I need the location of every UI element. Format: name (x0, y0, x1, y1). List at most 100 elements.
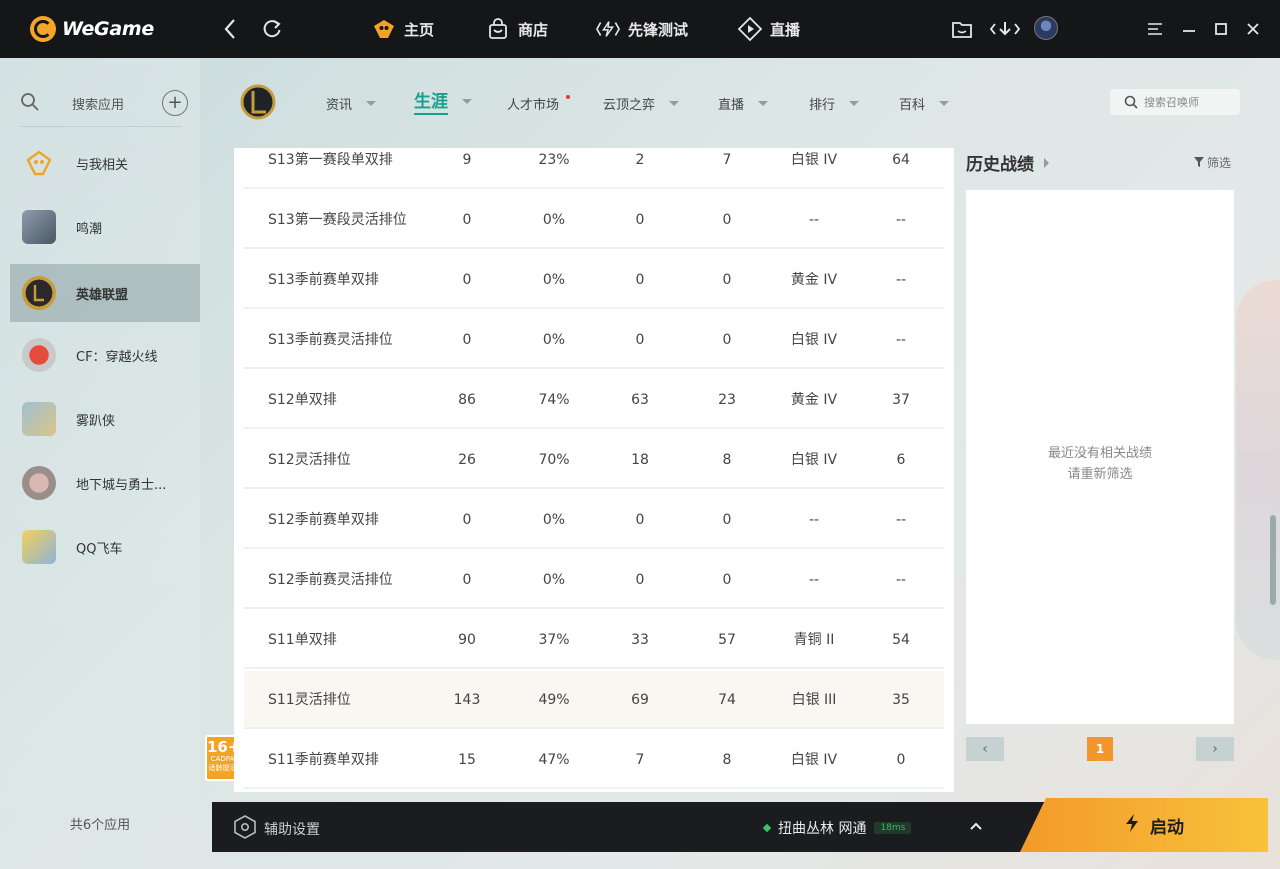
games-count: 0 (462, 212, 472, 228)
table-row[interactable]: S13季前赛单双排 0 0% 0 0 黄金 IV -- (244, 251, 944, 309)
refresh-icon[interactable] (260, 16, 284, 42)
current-page[interactable]: 1 (1087, 737, 1113, 761)
filter-label: 筛选 (1207, 156, 1232, 170)
menu-icon[interactable] (1144, 18, 1166, 40)
topnav-live[interactable]: 直播 (738, 14, 800, 44)
win-rate: 0% (542, 272, 566, 288)
launch-button[interactable]: 启动 (1020, 798, 1268, 852)
notification-dot (566, 95, 571, 99)
assist-settings-button[interactable]: 辅助设置 (234, 815, 320, 843)
topnav-store[interactable]: 商店 (486, 14, 548, 44)
table-row[interactable]: S12季前赛灵活排位 0 0% 0 0 -- -- (244, 551, 944, 609)
user-avatar[interactable] (1034, 16, 1058, 40)
summoner-search-input[interactable]: 搜索召唤师 (1110, 89, 1240, 115)
sidebar-item-label: QQ飞车 (76, 541, 123, 557)
points: -- (895, 512, 907, 528)
empty-history-line2: 请重新筛选 (1067, 467, 1133, 482)
queue-name: S13第一赛段灵活排位 (268, 212, 407, 228)
topnav-home[interactable]: 主页 (372, 14, 434, 44)
tab-wiki[interactable]: 百科 (899, 92, 950, 114)
win-rate: 74% (538, 392, 570, 408)
app-name: WeGame (62, 18, 154, 40)
live-icon (738, 17, 762, 41)
tab-career-label: 生涯 (414, 87, 448, 115)
points: 54 (892, 632, 910, 648)
tab-talent-market[interactable]: 人才市场 (507, 92, 571, 114)
app-sidebar: 搜索应用 + 与我相关 鸣潮 英雄联盟 CF：穿越火线 雾趴侠 地下城与勇士..… (0, 58, 200, 869)
download-icon[interactable] (990, 17, 1020, 41)
sidebar-item-crossfire[interactable]: CF：穿越火线 (10, 326, 200, 384)
table-row[interactable]: S12单双排 86 74% 63 23 黄金 IV 37 (244, 371, 944, 429)
sidebar-item-label: 英雄联盟 (76, 287, 129, 303)
sidebar-item-dnf[interactable]: 地下城与勇士... (10, 454, 200, 512)
server-ping: 18ms (874, 822, 912, 834)
win-rate: 0% (542, 212, 566, 228)
app-count: 共6个应用 (69, 818, 131, 833)
losses: 7 (722, 152, 732, 168)
table-row[interactable]: S13第一赛段灵活排位 0 0% 0 0 -- -- (244, 191, 944, 249)
sidebar-item-label: 鸣潮 (76, 221, 103, 237)
win-rate: 0% (542, 572, 566, 588)
chevron-up-icon[interactable] (968, 818, 986, 836)
next-page-button[interactable]: › (1196, 737, 1234, 761)
server-name: 扭曲丛林 网通 (778, 821, 867, 837)
wegame-logo-icon (30, 16, 56, 42)
table-row[interactable]: S11季前赛单双排 15 47% 7 8 白银 IV 0 (244, 731, 944, 789)
rank-tier: 白银 IV (790, 452, 838, 468)
tab-live[interactable]: 直播 (718, 92, 769, 114)
sidebar-item-wuthering-waves[interactable]: 鸣潮 (10, 198, 200, 256)
tab-ranking[interactable]: 排行 (809, 92, 860, 114)
maximize-icon[interactable] (1210, 18, 1232, 40)
table-row[interactable]: S11灵活排位 143 49% 69 74 白银 III 35 (244, 671, 944, 729)
topnav-test[interactable]: 先锋测试 (596, 14, 688, 44)
history-title[interactable]: 历史战绩 (966, 150, 1049, 175)
win-rate: 0% (542, 512, 566, 528)
tab-ranking-label: 排行 (809, 97, 836, 113)
minimize-icon[interactable] (1178, 18, 1200, 40)
tab-career[interactable]: 生涯 (414, 87, 472, 115)
losses: 8 (722, 452, 732, 468)
win-rate: 49% (538, 692, 570, 708)
league-logo-icon[interactable] (240, 82, 276, 122)
app-search[interactable]: 搜索应用 + (20, 86, 190, 120)
tab-tft[interactable]: 云顶之弈 (603, 92, 680, 114)
sidebar-item-game-5[interactable]: 雾趴侠 (10, 390, 200, 448)
wegame-logo[interactable]: WeGame (30, 13, 154, 45)
add-app-icon[interactable]: + (162, 90, 188, 116)
queue-name: S13第一赛段单双排 (268, 152, 393, 168)
table-row[interactable]: S11单双排 90 37% 33 57 青铜 II 54 (244, 611, 944, 669)
inbox-icon[interactable] (950, 17, 974, 41)
prev-page-button[interactable]: ‹ (966, 737, 1004, 761)
sidebar-item-league-of-legends[interactable]: 英雄联盟 (10, 264, 200, 322)
sidebar-item-qq-speed[interactable]: QQ飞车 (10, 518, 200, 576)
tab-news[interactable]: 资讯 (326, 92, 377, 114)
empty-history-message: 最近没有相关战绩 请重新筛选 (966, 443, 1234, 485)
server-selector[interactable]: 扭曲丛林 网通 18ms (762, 818, 912, 838)
table-row[interactable]: S12季前赛单双排 0 0% 0 0 -- -- (244, 491, 944, 549)
page-scrollbar[interactable] (1270, 515, 1276, 605)
tab-tft-label: 云顶之弈 (603, 97, 656, 113)
sidebar-item-related[interactable]: 与我相关 (10, 134, 200, 192)
queue-name: S12灵活排位 (268, 452, 351, 468)
table-row[interactable]: S13第一赛段单双排 9 23% 2 7 白银 IV 64 (244, 148, 944, 189)
games-count: 9 (462, 152, 472, 168)
table-row[interactable]: S13季前赛灵活排位 0 0% 0 0 白银 IV -- (244, 311, 944, 369)
empty-history-line1: 最近没有相关战绩 (1047, 446, 1152, 461)
table-row[interactable]: S12灵活排位 26 70% 18 8 白银 IV 6 (244, 431, 944, 489)
close-icon[interactable] (1242, 18, 1264, 40)
wins: 0 (635, 212, 645, 228)
losses: 8 (722, 752, 732, 768)
losses: 57 (718, 632, 736, 648)
wins: 33 (631, 632, 649, 648)
back-icon[interactable] (218, 16, 242, 42)
queue-name: S12季前赛灵活排位 (268, 572, 393, 588)
wins: 0 (635, 272, 645, 288)
games-count: 26 (458, 452, 476, 468)
home-icon (372, 17, 396, 41)
assist-settings-label: 辅助设置 (264, 822, 320, 838)
losses: 74 (718, 692, 736, 708)
filter-button[interactable]: 筛选 (1194, 154, 1231, 171)
tab-news-label: 资讯 (326, 97, 353, 113)
games-count: 90 (458, 632, 476, 648)
queue-name: S13季前赛灵活排位 (268, 332, 393, 348)
